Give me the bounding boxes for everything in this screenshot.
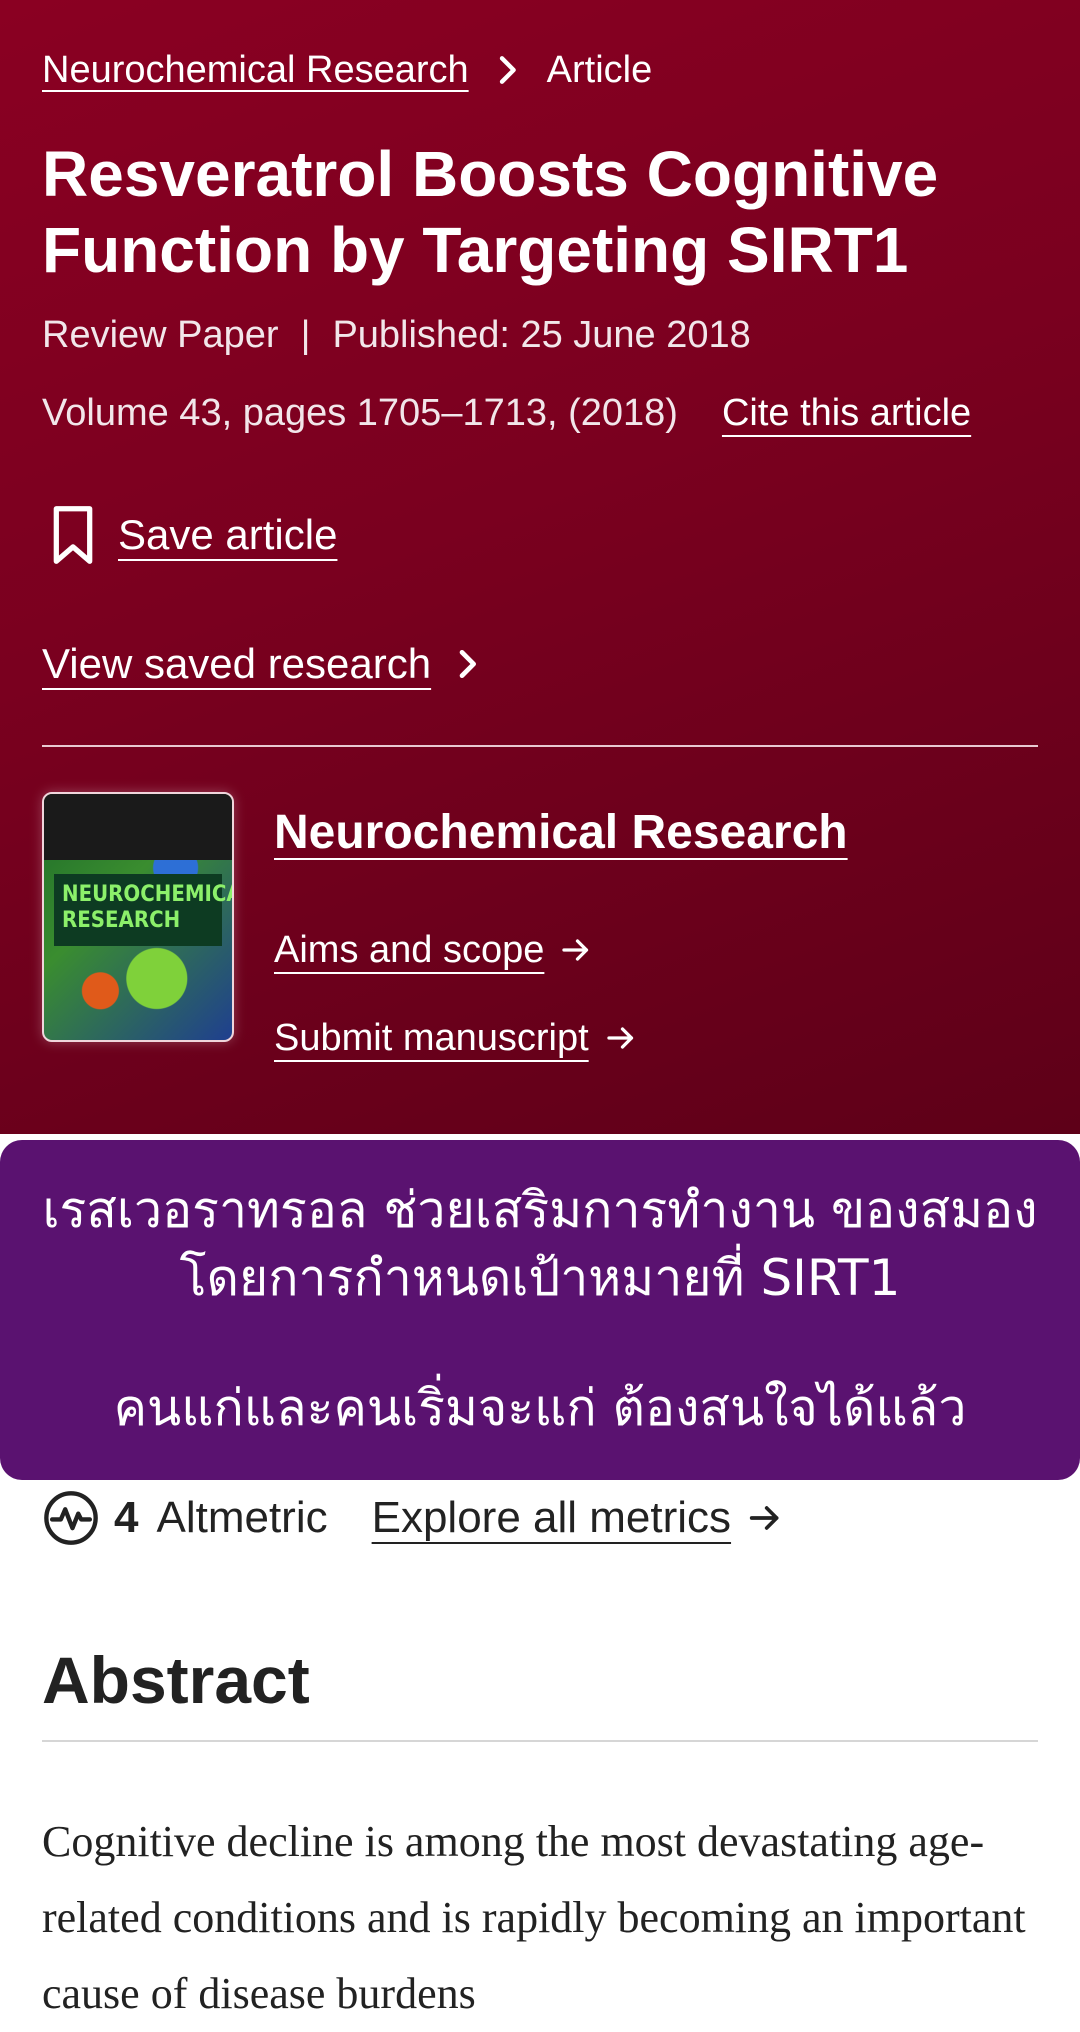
meta-separator: | <box>300 314 311 356</box>
cite-article-link[interactable]: Cite this article <box>722 388 971 438</box>
caption-headline: เรสเวอราทรอล ช่วยเสริมการทำงาน ของสมองโด… <box>42 1181 1038 1307</box>
thai-caption-banner: เรสเวอราทรอล ช่วยเสริมการทำงาน ของสมองโด… <box>0 1140 1080 1480</box>
journal-cover-image[interactable]: NEUROCHEMICAL RESEARCH <box>42 792 234 1042</box>
arrow-right-icon <box>749 1506 779 1530</box>
altmetric-icon <box>44 1491 98 1545</box>
article-title: Resveratrol Boosts Cognitive Function by… <box>42 138 939 286</box>
bookmark-icon <box>53 506 93 564</box>
published-date: Published: 25 June 2018 <box>332 314 751 356</box>
article-volume-row: Volume 43, pages 1705–1713, (2018) Cite … <box>42 388 971 438</box>
submit-manuscript-link[interactable]: Submit manuscript <box>274 1012 639 1064</box>
chevron-right-icon <box>499 56 516 84</box>
volume-pages: Volume 43, pages 1705–1713, (2018) <box>42 392 678 434</box>
abstract-heading: Abstract <box>42 1643 310 1717</box>
view-saved-research-label: View saved research <box>42 640 432 687</box>
breadcrumb: Neurochemical Research Article <box>42 44 652 96</box>
divider <box>42 1740 1038 1742</box>
altmetric-label: Altmetric <box>156 1493 328 1542</box>
abstract-text: Cognitive decline is among the most deva… <box>42 1817 1026 2018</box>
metrics-row: 4 Altmetric Explore all metrics <box>42 1486 785 1550</box>
caption-subline: คนแก่และคนเริ่มจะแก่ ต้องสนใจได้แล้ว <box>113 1379 967 1437</box>
submit-manuscript-label: Submit manuscript <box>274 1017 589 1059</box>
arrow-right-icon <box>562 939 589 961</box>
cover-header-band <box>44 794 232 860</box>
cover-title: NEUROCHEMICAL RESEARCH <box>54 874 232 946</box>
aims-and-scope-link[interactable]: Aims and scope <box>274 924 594 976</box>
explore-all-metrics-link[interactable]: Explore all metrics <box>372 1486 731 1550</box>
arrow-right-icon <box>607 1027 633 1049</box>
view-saved-research-link[interactable]: View saved research <box>42 634 487 694</box>
article-meta: Review Paper | Published: 25 June 2018 <box>42 310 751 360</box>
divider <box>42 745 1038 747</box>
chevron-right-icon <box>459 650 477 678</box>
article-header: Neurochemical Research Article Resveratr… <box>0 0 1080 1134</box>
save-article-label: Save article <box>118 511 338 558</box>
breadcrumb-journal-link[interactable]: Neurochemical Research <box>42 44 469 96</box>
save-article-button[interactable]: Save article <box>48 504 337 566</box>
aims-and-scope-label: Aims and scope <box>274 929 545 971</box>
breadcrumb-current: Article <box>546 49 653 91</box>
journal-name-link[interactable]: Neurochemical Research <box>274 802 848 864</box>
article-type: Review Paper <box>42 314 279 356</box>
altmetric-count: 4 <box>114 1493 139 1542</box>
